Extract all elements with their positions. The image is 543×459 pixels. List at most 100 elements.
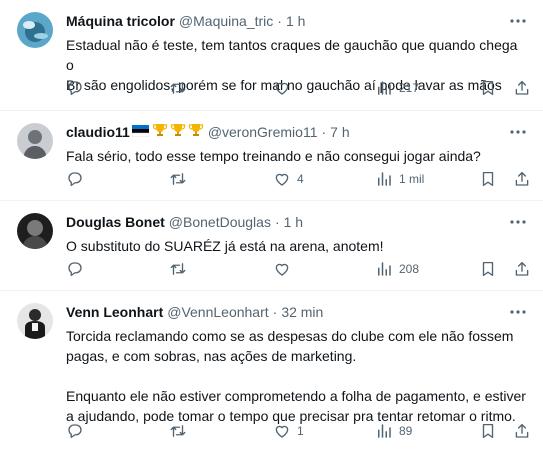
timestamp[interactable]: 7 h	[330, 123, 349, 141]
views-button[interactable]: 208	[375, 259, 419, 279]
like-icon	[273, 260, 291, 278]
avatar[interactable]	[17, 303, 53, 339]
views-count: 217	[399, 81, 420, 95]
like-button[interactable]	[273, 78, 297, 98]
timestamp[interactable]: 32 min	[281, 303, 323, 321]
views-button[interactable]: 217	[375, 78, 419, 98]
trophy-icon	[152, 122, 168, 142]
bookmark-button[interactable]	[479, 169, 497, 189]
like-button[interactable]	[273, 259, 297, 279]
like-button[interactable]: 4	[273, 169, 304, 189]
avatar[interactable]	[17, 213, 53, 249]
separator-dot: ·	[277, 13, 282, 29]
name-badges	[131, 122, 204, 142]
more-icon[interactable]	[509, 215, 527, 229]
tweet-text-line: Torcida reclamando como se as despesas d…	[66, 328, 514, 344]
trophy-icon	[188, 122, 204, 142]
tweet-header: Venn Leonhart @VennLeonhart · 32 min	[66, 303, 323, 321]
tweet-text-line: pagas, e com sobras, nas ações de market…	[66, 348, 357, 364]
bookmark-icon	[479, 170, 497, 188]
repost-button[interactable]	[169, 169, 187, 189]
share-icon	[513, 170, 531, 188]
display-name[interactable]: Venn Leonhart	[66, 303, 163, 321]
user-handle[interactable]: @BonetDouglas	[169, 213, 271, 231]
tweet[interactable]: Douglas Bonet @BonetDouglas · 1 h O subs…	[0, 201, 543, 291]
timestamp[interactable]: 1 h	[286, 12, 305, 30]
bookmark-button[interactable]	[479, 259, 497, 279]
timeline: Máquina tricolor @Maquina_tric · 1 h Est…	[0, 0, 543, 459]
share-icon	[513, 260, 531, 278]
bookmark-button[interactable]	[479, 78, 497, 98]
reply-icon	[66, 170, 84, 188]
like-icon	[273, 170, 291, 188]
user-handle[interactable]: @Maquina_tric	[179, 12, 273, 30]
views-button[interactable]: 1 mil	[375, 169, 424, 189]
repost-icon	[169, 422, 187, 440]
tweet-header: claudio11 @veronGremio11 · 7 h	[66, 123, 350, 141]
share-button[interactable]	[513, 421, 531, 441]
tweet-text: Torcida reclamando como se as despesas d…	[66, 326, 528, 426]
more-icon[interactable]	[509, 125, 527, 139]
bookmark-button[interactable]	[479, 421, 497, 441]
bookmark-icon	[479, 79, 497, 97]
reply-icon	[66, 422, 84, 440]
bookmark-icon	[479, 422, 497, 440]
tweet[interactable]: Máquina tricolor @Maquina_tric · 1 h Est…	[0, 0, 543, 111]
reply-button[interactable]	[66, 421, 84, 441]
tweet-text-line: Estadual não é teste, tem tantos craques…	[66, 37, 518, 73]
share-icon	[513, 422, 531, 440]
more-icon[interactable]	[509, 14, 527, 28]
tweet-actions: 208	[66, 259, 532, 279]
like-count: 4	[297, 172, 304, 186]
tweet[interactable]: Venn Leonhart @VennLeonhart · 32 min Tor…	[0, 291, 543, 459]
views-button[interactable]: 89	[375, 421, 412, 441]
repost-button[interactable]	[169, 259, 187, 279]
separator-dot: ·	[321, 124, 327, 140]
flag-badge	[131, 123, 150, 141]
views-icon	[375, 422, 393, 440]
tweet-header: Douglas Bonet @BonetDouglas · 1 h	[66, 213, 303, 231]
tweet-text-line: O substituto do SUARÉZ já está na arena,…	[66, 238, 384, 254]
repost-icon	[169, 79, 187, 97]
tweet-actions: 4 1 mil	[66, 169, 532, 189]
reply-button[interactable]	[66, 169, 84, 189]
views-count: 89	[399, 424, 413, 438]
like-icon	[273, 422, 291, 440]
tweet-actions: 1 89	[66, 421, 532, 441]
share-button[interactable]	[513, 78, 531, 98]
share-icon	[513, 79, 531, 97]
repost-button[interactable]	[169, 421, 187, 441]
tweet-text: Fala sério, todo esse tempo treinando e …	[66, 146, 528, 166]
user-handle[interactable]: @VennLeonhart	[167, 303, 268, 321]
like-count: 1	[297, 424, 304, 438]
separator-dot: ·	[272, 304, 278, 320]
display-name[interactable]: Douglas Bonet	[66, 213, 165, 231]
avatar[interactable]	[17, 123, 53, 159]
repost-icon	[169, 260, 187, 278]
views-count: 208	[399, 262, 420, 276]
reply-button[interactable]	[66, 259, 84, 279]
views-count: 1 mil	[399, 172, 425, 186]
avatar[interactable]	[17, 12, 53, 48]
user-handle[interactable]: @veronGremio11	[208, 123, 318, 141]
bookmark-icon	[479, 260, 497, 278]
timestamp[interactable]: 1 h	[284, 213, 303, 231]
tweet-text-line: Fala sério, todo esse tempo treinando e …	[66, 148, 481, 164]
tweet-header: Máquina tricolor @Maquina_tric · 1 h	[66, 12, 305, 30]
reply-button[interactable]	[66, 78, 84, 98]
reply-icon	[66, 260, 84, 278]
share-button[interactable]	[513, 169, 531, 189]
like-icon	[273, 79, 291, 97]
share-button[interactable]	[513, 259, 531, 279]
more-icon[interactable]	[509, 305, 527, 319]
display-name[interactable]: Máquina tricolor	[66, 12, 175, 30]
separator-dot: ·	[274, 214, 280, 230]
tweet-actions: 217	[66, 78, 532, 98]
tweet[interactable]: claudio11 @veronGremio11 · 7 h Fala séri…	[0, 111, 543, 201]
views-icon	[375, 170, 393, 188]
like-button[interactable]: 1	[273, 421, 304, 441]
display-name[interactable]: claudio11	[66, 123, 130, 141]
tweet-text: O substituto do SUARÉZ já está na arena,…	[66, 236, 528, 256]
repost-icon	[169, 170, 187, 188]
repost-button[interactable]	[169, 78, 187, 98]
